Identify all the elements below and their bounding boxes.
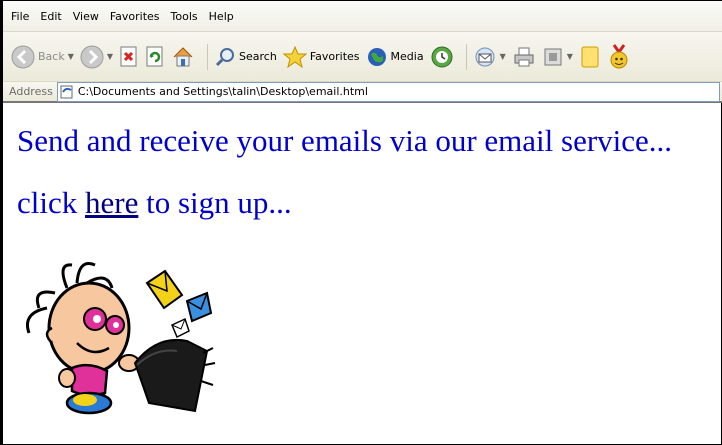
address-value: C:\Documents and Settings\talin\Desktop\… <box>77 85 368 98</box>
menu-file[interactable]: File <box>11 10 29 23</box>
edit-button[interactable]: ▼ <box>542 46 573 68</box>
menu-help[interactable]: Help <box>209 10 234 23</box>
media-icon <box>367 47 386 66</box>
home-icon <box>173 46 193 66</box>
print-button[interactable] <box>512 46 536 68</box>
history-icon <box>431 46 453 67</box>
media-button[interactable]: Media <box>366 46 424 68</box>
messenger-button[interactable] <box>607 43 631 70</box>
toolbar-separator <box>207 43 209 70</box>
mail-button[interactable]: ▼ <box>473 46 506 68</box>
mail-icon <box>475 47 495 66</box>
history-button[interactable] <box>430 45 454 69</box>
stop-icon <box>120 46 137 66</box>
envelope-icon <box>145 269 184 310</box>
stop-button[interactable] <box>119 46 139 68</box>
back-dropdown-icon[interactable]: ▼ <box>68 52 74 61</box>
forward-arrow-icon <box>80 45 104 68</box>
search-button[interactable]: Search <box>214 46 277 68</box>
search-icon <box>215 47 235 66</box>
envelope-icon <box>185 291 213 323</box>
media-label: Media <box>390 50 424 63</box>
forward-dropdown-icon[interactable]: ▼ <box>107 52 113 61</box>
envelope-icon <box>171 317 190 339</box>
signup-line: click here to sign up... <box>17 183 672 223</box>
address-bar: Address C:\Documents and Settings\talin\… <box>3 81 722 103</box>
home-button[interactable] <box>171 46 195 68</box>
menu-favorites[interactable]: Favorites <box>110 10 160 23</box>
notes-button[interactable] <box>579 45 601 69</box>
page-content: Send and receive your emails via our ema… <box>17 121 672 223</box>
favorites-button[interactable]: Favorites <box>282 45 360 68</box>
address-label: Address <box>9 85 53 98</box>
print-icon <box>514 47 534 66</box>
edit-icon <box>544 48 562 65</box>
favorites-star-icon <box>282 45 307 68</box>
favorites-label: Favorites <box>309 50 360 63</box>
messenger-icon <box>610 43 628 68</box>
refresh-icon <box>146 46 163 66</box>
address-input[interactable]: C:\Documents and Settings\talin\Desktop\… <box>56 81 720 102</box>
back-button[interactable]: Back ▼ <box>11 45 74 69</box>
menu-view[interactable]: View <box>73 10 99 23</box>
headline: Send and receive your emails via our ema… <box>17 123 673 158</box>
search-label: Search <box>239 50 277 63</box>
browser-window: File Edit View Favorites Tools Help Back… <box>0 0 722 445</box>
back-arrow-icon <box>11 45 35 68</box>
page-icon <box>60 85 73 98</box>
menu-bar: File Edit View Favorites Tools Help <box>3 1 722 31</box>
back-label: Back <box>38 50 65 63</box>
page-icon <box>581 46 599 67</box>
mail-dropdown-icon[interactable]: ▼ <box>500 52 506 61</box>
menu-tools[interactable]: Tools <box>171 10 198 23</box>
edit-dropdown-icon[interactable]: ▼ <box>567 52 573 61</box>
toolbar-separator <box>465 43 467 70</box>
refresh-button[interactable] <box>145 46 165 68</box>
forward-button[interactable]: ▼ <box>80 45 113 69</box>
standard-toolbar: Back ▼ ▼ Search Favorites Media ▼ ▼ <box>3 31 722 81</box>
menu-edit[interactable]: Edit <box>40 10 61 23</box>
signup-suffix: to sign up... <box>138 185 292 220</box>
email-character-clipart <box>26 262 216 415</box>
signup-prefix: click <box>17 185 85 220</box>
signup-link[interactable]: here <box>85 185 138 220</box>
